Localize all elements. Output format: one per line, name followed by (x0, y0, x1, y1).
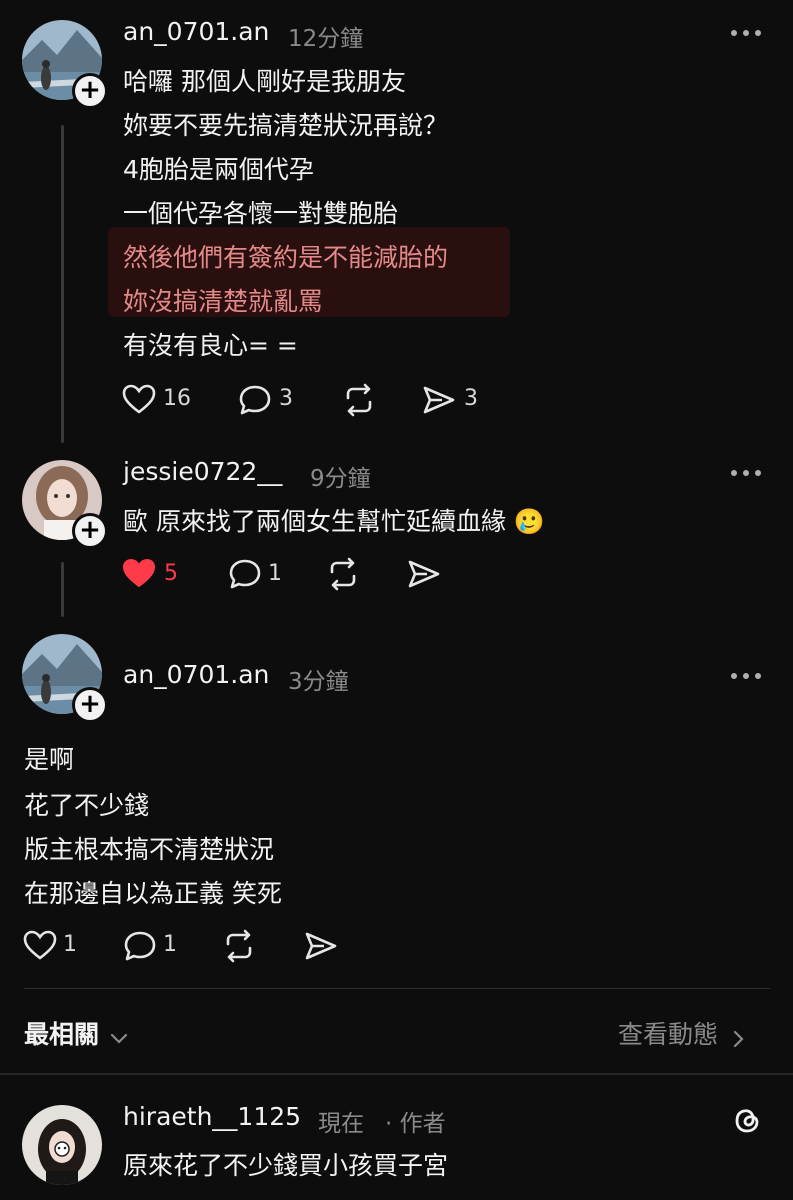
divider (24, 988, 770, 989)
divider (0, 1073, 793, 1075)
avatar[interactable] (22, 1105, 102, 1185)
post-text: 原來花了不少錢買小孩買子宮 (123, 1151, 449, 1180)
comment-text-line: 歐 原來找了兩個女生幫忙延續血緣 🥲 (123, 502, 545, 538)
follow-plus-icon[interactable]: + (72, 513, 108, 549)
comment-text-line: 有沒有良心= = (123, 331, 298, 360)
timestamp: 9分鐘 (310, 466, 371, 492)
follow-plus-icon[interactable]: + (72, 73, 108, 109)
username[interactable]: an_0701.an (123, 660, 269, 689)
sort-label: 最相關 (24, 1020, 100, 1049)
username[interactable]: hiraeth__1125 (123, 1102, 301, 1131)
share-icon[interactable] (422, 384, 456, 416)
author-tag: · 作者 (385, 1111, 446, 1137)
repost-icon[interactable] (222, 929, 256, 963)
share-icon[interactable] (304, 930, 338, 962)
share-icon[interactable] (407, 558, 441, 590)
reply-icon[interactable] (238, 384, 272, 416)
reply-icon[interactable] (228, 558, 262, 590)
reply-count: 1 (268, 561, 282, 586)
comment-text-line: 妳沒搞清楚就亂罵 (123, 287, 324, 316)
reply-icon[interactable] (123, 930, 157, 962)
more-options-icon[interactable] (731, 468, 763, 478)
more-options-icon[interactable] (731, 28, 763, 38)
emoji: 🥲 (513, 507, 546, 536)
comment-text-line: 在那邊自以為正義 笑死 (24, 879, 282, 908)
follow-plus-icon[interactable]: + (72, 687, 108, 723)
comment-text: 歐 原來找了兩個女生幫忙延續血緣 (123, 507, 506, 536)
chevron-right-icon (734, 1030, 744, 1047)
heart-icon[interactable] (23, 930, 57, 960)
like-count: 5 (164, 561, 178, 586)
like-count: 16 (163, 386, 191, 411)
comment-text-line: 一個代孕各懷一對雙胞胎 (123, 199, 399, 228)
comment-text-line: 妳要不要先搞清楚狀況再說？ (123, 111, 449, 140)
thread-line (61, 562, 64, 617)
comment-text-line: 版主根本搞不清楚狀況 (24, 835, 275, 864)
heart-icon[interactable] (122, 384, 156, 414)
comment-text-line: 4胞胎是兩個代孕 (123, 155, 314, 184)
threads-logo-icon[interactable] (731, 1104, 763, 1136)
comment-text-line: 然後他們有簽約是不能減胎的 (123, 243, 449, 272)
username[interactable]: jessie0722__ (123, 457, 282, 486)
more-options-icon[interactable] (731, 671, 763, 681)
chevron-down-icon (111, 1033, 128, 1044)
view-activity-link[interactable]: 查看動態 (618, 1015, 745, 1051)
comment-text-line: 是啊 (24, 745, 75, 774)
comment-text-line: 花了不少錢 (24, 791, 150, 820)
username[interactable]: an_0701.an (123, 17, 269, 46)
share-count: 3 (464, 386, 478, 411)
sort-dropdown[interactable]: 最相關 (24, 1015, 128, 1051)
reply-count: 1 (163, 932, 177, 957)
view-activity-label: 查看動態 (618, 1020, 719, 1049)
timestamp: 現在 (318, 1111, 364, 1137)
timestamp: 3分鐘 (288, 669, 349, 695)
reply-count: 3 (279, 386, 293, 411)
repost-icon[interactable] (342, 383, 376, 417)
comment-text-line: 哈囉 那個人剛好是我朋友 (123, 67, 406, 96)
timestamp: 12分鐘 (288, 26, 364, 52)
repost-icon[interactable] (326, 557, 360, 591)
heart-filled-icon[interactable] (122, 558, 156, 588)
thread-line (61, 125, 64, 443)
like-count: 1 (63, 932, 77, 957)
